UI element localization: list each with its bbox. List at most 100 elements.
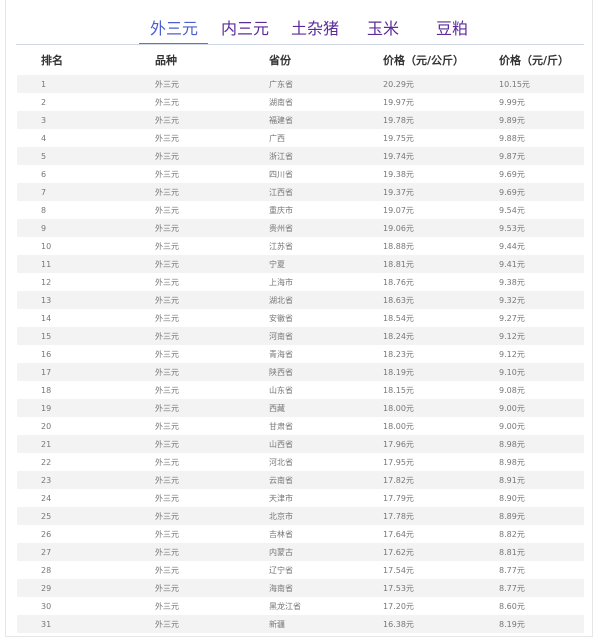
price-per-jin-cell: 8.81元	[475, 543, 584, 561]
table-row: 23 外三元 云南省 17.82元 8.91元	[17, 471, 584, 489]
price-per-kg-cell: 17.64元	[359, 525, 475, 543]
price-per-jin-cell: 8.19元	[475, 615, 584, 633]
rank-cell: 24	[17, 489, 131, 507]
table-row: 19 外三元 西藏 18.00元 9.00元	[17, 399, 584, 417]
breed-cell: 外三元	[131, 255, 245, 273]
province-cell: 安徽省	[245, 309, 359, 327]
breed-cell: 外三元	[131, 147, 245, 165]
rank-cell: 30	[17, 597, 131, 615]
province-cell: 江西省	[245, 183, 359, 201]
price-per-jin-cell: 9.54元	[475, 201, 584, 219]
rank-cell: 13	[17, 291, 131, 309]
province-cell: 天津市	[245, 489, 359, 507]
rank-cell: 26	[17, 525, 131, 543]
table-row: 30 外三元 黑龙江省 17.20元 8.60元	[17, 597, 584, 615]
table-row: 1 外三元 广东省 20.29元 10.15元	[17, 75, 584, 93]
price-per-kg-cell: 18.54元	[359, 309, 475, 327]
breed-cell: 外三元	[131, 471, 245, 489]
rank-cell: 14	[17, 309, 131, 327]
tab-neisanyuan[interactable]: 内三元	[221, 16, 269, 42]
province-cell: 青海省	[245, 345, 359, 363]
rank-cell: 4	[17, 129, 131, 147]
price-per-jin-cell: 9.99元	[475, 93, 584, 111]
tab-yumi[interactable]: 玉米	[367, 16, 399, 42]
price-per-kg-cell: 18.24元	[359, 327, 475, 345]
rank-cell: 25	[17, 507, 131, 525]
category-tabs: 外三元 内三元 土杂猪 玉米 豆粕	[6, 0, 592, 45]
price-per-jin-cell: 8.91元	[475, 471, 584, 489]
table-row: 20 外三元 甘肃省 18.00元 9.00元	[17, 417, 584, 435]
province-cell: 宁夏	[245, 255, 359, 273]
price-per-jin-cell: 8.98元	[475, 453, 584, 471]
price-per-jin-cell: 9.27元	[475, 309, 584, 327]
breed-cell: 外三元	[131, 309, 245, 327]
price-per-kg-cell: 18.81元	[359, 255, 475, 273]
price-per-kg-cell: 17.95元	[359, 453, 475, 471]
breed-cell: 外三元	[131, 435, 245, 453]
province-cell: 福建省	[245, 111, 359, 129]
price-per-jin-cell: 8.77元	[475, 561, 584, 579]
province-cell: 湖南省	[245, 93, 359, 111]
table-row: 3 外三元 福建省 19.78元 9.89元	[17, 111, 584, 129]
price-per-kg-cell: 18.00元	[359, 399, 475, 417]
price-per-jin-cell: 8.98元	[475, 435, 584, 453]
rank-cell: 31	[17, 615, 131, 633]
price-per-kg-cell: 18.23元	[359, 345, 475, 363]
rank-cell: 11	[17, 255, 131, 273]
breed-cell: 外三元	[131, 363, 245, 381]
table-body: 1 外三元 广东省 20.29元 10.15元 2 外三元 湖南省 19.97元 9.99元 3 外三…	[17, 75, 584, 633]
rank-cell: 16	[17, 345, 131, 363]
breed-cell: 外三元	[131, 165, 245, 183]
price-per-jin-cell: 9.88元	[475, 129, 584, 147]
breed-cell: 外三元	[131, 399, 245, 417]
price-per-kg-cell: 17.62元	[359, 543, 475, 561]
province-cell: 山西省	[245, 435, 359, 453]
breed-cell: 外三元	[131, 219, 245, 237]
tab-doupo[interactable]: 豆粕	[436, 16, 468, 42]
price-per-kg-cell: 19.07元	[359, 201, 475, 219]
rank-cell: 10	[17, 237, 131, 255]
table-row: 31 外三元 新疆 16.38元 8.19元	[17, 615, 584, 633]
header-rank: 排名	[41, 54, 63, 67]
price-per-kg-cell: 18.76元	[359, 273, 475, 291]
province-cell: 贵州省	[245, 219, 359, 237]
price-per-kg-cell: 17.82元	[359, 471, 475, 489]
price-per-kg-cell: 19.75元	[359, 129, 475, 147]
price-per-kg-cell: 19.78元	[359, 111, 475, 129]
province-cell: 陕西省	[245, 363, 359, 381]
breed-cell: 外三元	[131, 507, 245, 525]
table-row: 4 外三元 广西 19.75元 9.88元	[17, 129, 584, 147]
province-cell: 海南省	[245, 579, 359, 597]
rank-cell: 12	[17, 273, 131, 291]
breed-cell: 外三元	[131, 201, 245, 219]
price-per-jin-cell: 9.08元	[475, 381, 584, 399]
province-cell: 浙江省	[245, 147, 359, 165]
breed-cell: 外三元	[131, 291, 245, 309]
price-per-kg-cell: 17.54元	[359, 561, 475, 579]
rank-cell: 1	[17, 75, 131, 93]
province-cell: 云南省	[245, 471, 359, 489]
breed-cell: 外三元	[131, 237, 245, 255]
breed-cell: 外三元	[131, 345, 245, 363]
province-cell: 湖北省	[245, 291, 359, 309]
price-per-jin-cell: 9.12元	[475, 345, 584, 363]
table-row: 5 外三元 浙江省 19.74元 9.87元	[17, 147, 584, 165]
price-per-kg-cell: 19.38元	[359, 165, 475, 183]
breed-cell: 外三元	[131, 111, 245, 129]
province-cell: 重庆市	[245, 201, 359, 219]
table-row: 21 外三元 山西省 17.96元 8.98元	[17, 435, 584, 453]
table-row: 27 外三元 内蒙古 17.62元 8.81元	[17, 543, 584, 561]
province-cell: 辽宁省	[245, 561, 359, 579]
tab-tuzazhu[interactable]: 土杂猪	[291, 16, 339, 42]
rank-cell: 19	[17, 399, 131, 417]
price-per-jin-cell: 8.60元	[475, 597, 584, 615]
tab-waisanyuan[interactable]: 外三元	[150, 16, 198, 42]
table-row: 13 外三元 湖北省 18.63元 9.32元	[17, 291, 584, 309]
rank-cell: 5	[17, 147, 131, 165]
table-header-row: 排名 品种 省份 价格（元/公斤） 价格（元/斤）	[17, 45, 584, 75]
price-per-jin-cell: 9.53元	[475, 219, 584, 237]
breed-cell: 外三元	[131, 75, 245, 93]
province-cell: 广西	[245, 129, 359, 147]
table-row: 24 外三元 天津市 17.79元 8.90元	[17, 489, 584, 507]
price-per-jin-cell: 9.41元	[475, 255, 584, 273]
